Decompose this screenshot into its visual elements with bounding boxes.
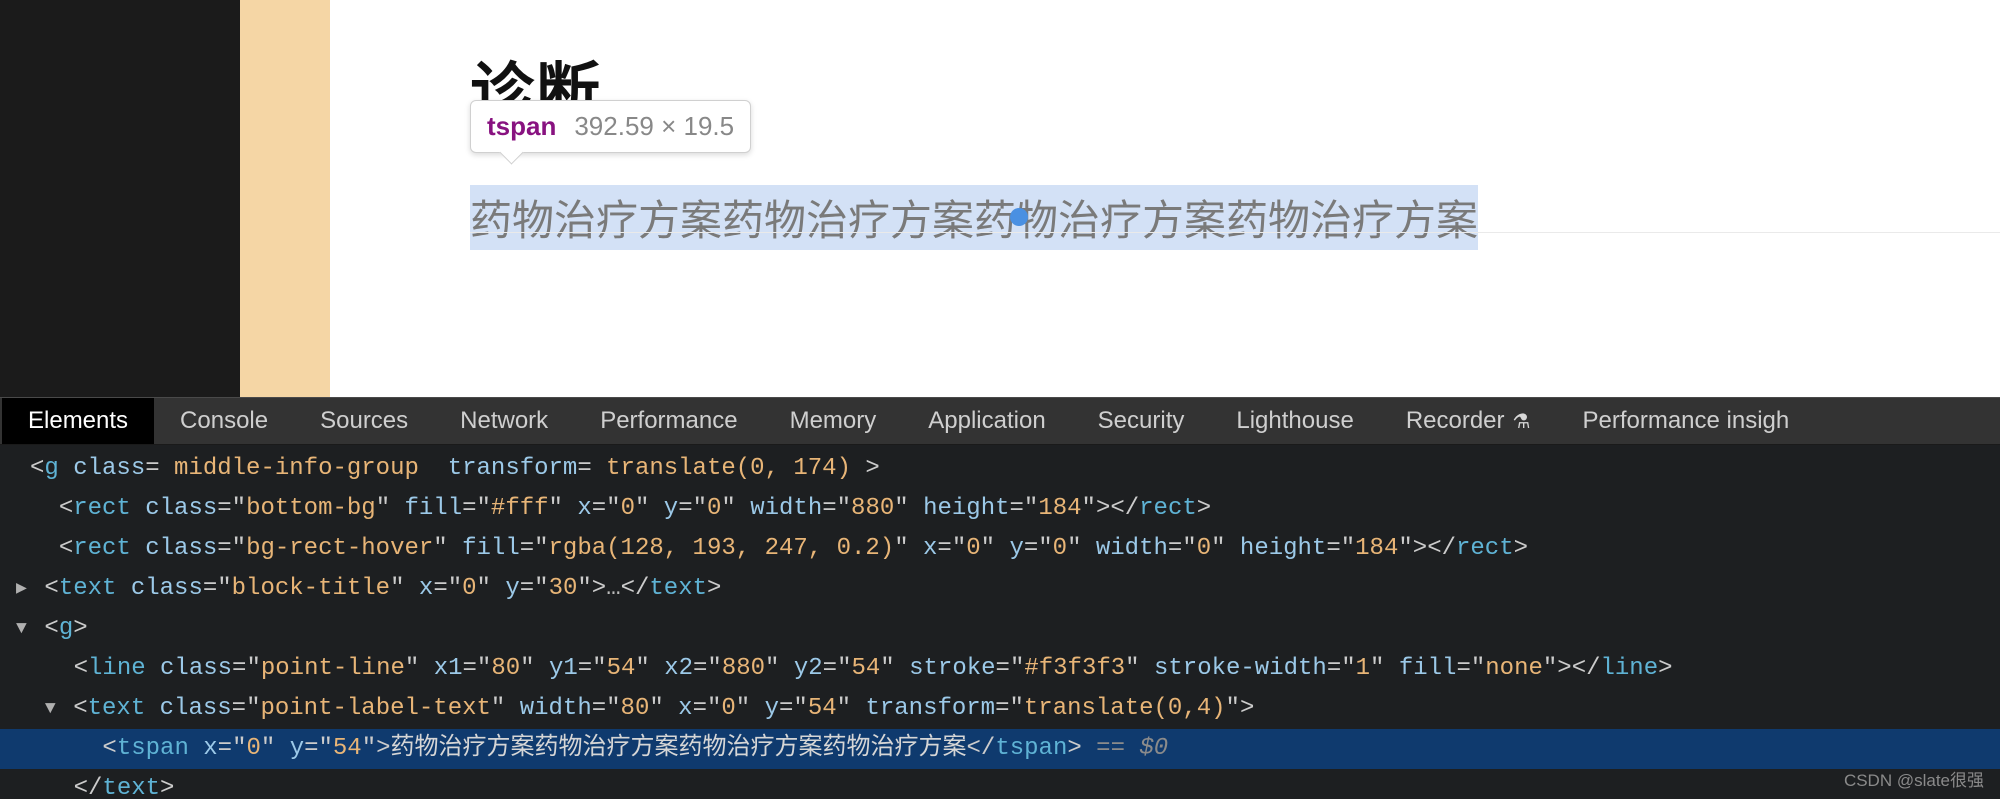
tab-network[interactable]: Network	[434, 398, 574, 444]
dom-line-line[interactable]: <line class="point-line" x1="80" y1="54"…	[0, 649, 2000, 689]
dom-line-g-child[interactable]: ▼ <g>	[0, 609, 2000, 649]
tooltip-dimensions: 392.59 × 19.5	[574, 111, 734, 142]
watermark: CSDN @slate很强	[1844, 766, 1984, 791]
dom-line-rect-2[interactable]: <rect class="bg-rect-hover" fill="rgba(1…	[0, 529, 2000, 569]
selection-dot	[1010, 208, 1028, 226]
left-dark-strip	[0, 0, 240, 397]
tab-elements[interactable]: Elements	[2, 398, 154, 444]
dom-line-text-close[interactable]: </text>	[0, 769, 2000, 799]
tab-lighthouse[interactable]: Lighthouse	[1210, 398, 1379, 444]
tooltip-tag: tspan	[487, 111, 556, 142]
content-area: 诊断 tspan 392.59 × 19.5 药物治疗方案药物治疗方案药物治疗方…	[330, 0, 2000, 397]
dom-line-tspan-selected[interactable]: <tspan x="0" y="54">药物治疗方案药物治疗方案药物治疗方案药物…	[0, 729, 2000, 769]
tab-application[interactable]: Application	[902, 398, 1071, 444]
dom-line-g-parent[interactable]: <g class= middle-info-group transform= t…	[0, 449, 2000, 489]
tab-sources[interactable]: Sources	[294, 398, 434, 444]
dom-line-rect-1[interactable]: <rect class="bottom-bg" fill="#fff" x="0…	[0, 489, 2000, 529]
tab-recorder-label: Recorder	[1406, 407, 1505, 435]
tab-recorder[interactable]: Recorder ⚗	[1380, 398, 1557, 444]
tab-memory[interactable]: Memory	[764, 398, 903, 444]
tab-console[interactable]: Console	[154, 398, 294, 444]
page-preview: 诊断 tspan 392.59 × 19.5 药物治疗方案药物治疗方案药物治疗方…	[0, 0, 2000, 397]
left-tan-strip	[240, 0, 330, 397]
dom-line-text-label[interactable]: ▼ <text class="point-label-text" width="…	[0, 689, 2000, 729]
divider-line	[470, 232, 2000, 233]
tab-performance-insights[interactable]: Performance insigh	[1556, 398, 1815, 444]
flask-icon: ⚗	[1513, 409, 1531, 434]
elements-dom-tree[interactable]: <g class= middle-info-group transform= t…	[0, 445, 2000, 799]
dom-line-text-title[interactable]: ▶ <text class="block-title" x="0" y="30"…	[0, 569, 2000, 609]
devtools-tab-bar: Elements Console Sources Network Perform…	[0, 397, 2000, 445]
highlighted-tspan-text[interactable]: 药物治疗方案药物治疗方案药物治疗方案药物治疗方案	[470, 185, 1478, 250]
tab-security[interactable]: Security	[1072, 398, 1211, 444]
tab-performance[interactable]: Performance	[574, 398, 763, 444]
element-tooltip: tspan 392.59 × 19.5	[470, 100, 751, 153]
